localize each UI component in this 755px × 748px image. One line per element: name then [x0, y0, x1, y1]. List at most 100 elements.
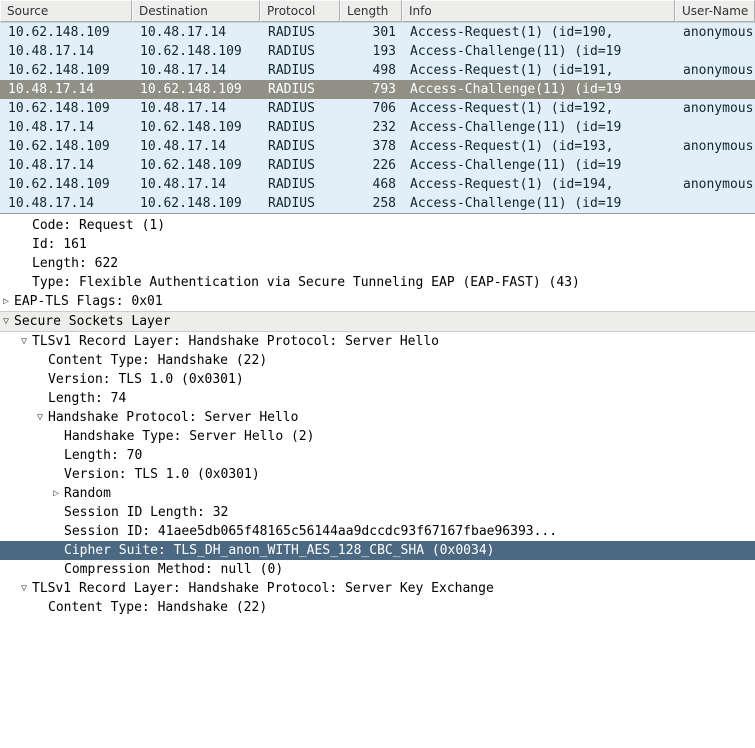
detail-tree-item[interactable]: ▷Type: Flexible Authentication via Secur… [0, 273, 755, 292]
cell-source: 10.62.148.109 [0, 99, 132, 118]
column-header-destination[interactable]: Destination [132, 0, 260, 22]
detail-tree-item[interactable]: ▷Cipher Suite: TLS_DH_anon_WITH_AES_128_… [0, 541, 755, 560]
cell-username: anonymous [675, 23, 755, 42]
detail-text: Content Type: Handshake (22) [48, 353, 267, 368]
expand-open-icon[interactable]: ▽ [34, 412, 46, 423]
detail-text: Secure Sockets Layer [14, 314, 171, 329]
detail-text: Length: 74 [48, 391, 126, 406]
cell-protocol: RADIUS [260, 137, 340, 156]
cell-source: 10.62.148.109 [0, 23, 132, 42]
cell-protocol: RADIUS [260, 99, 340, 118]
detail-text: Handshake Type: Server Hello (2) [64, 429, 314, 444]
expand-open-icon[interactable]: ▽ [18, 336, 30, 347]
detail-tree-item[interactable]: ▷Compression Method: null (0) [0, 560, 755, 579]
cell-length: 706 [340, 99, 402, 118]
expand-open-icon[interactable]: ▽ [18, 583, 30, 594]
cell-destination: 10.62.148.109 [132, 80, 260, 99]
detail-tree-item[interactable]: ▷Code: Request (1) [0, 216, 755, 235]
detail-text: Version: TLS 1.0 (0x0301) [64, 467, 260, 482]
cell-username [675, 118, 755, 137]
cell-info: Access-Request(1) (id=193, [402, 137, 675, 156]
detail-tree-item[interactable]: ▷Length: 622 [0, 254, 755, 273]
detail-text: Code: Request (1) [32, 218, 165, 233]
packet-row[interactable]: 10.48.17.1410.62.148.109RADIUS193Access-… [0, 42, 755, 61]
detail-tree-item[interactable]: ▷Random [0, 484, 755, 503]
cell-username [675, 156, 755, 175]
detail-text: Length: 622 [32, 256, 118, 271]
cell-destination: 10.48.17.14 [132, 137, 260, 156]
cell-username: anonymous [675, 175, 755, 194]
cell-info: Access-Challenge(11) (id=19 [402, 80, 675, 99]
detail-tree-item[interactable]: ▷Length: 74 [0, 389, 755, 408]
detail-tree-item[interactable]: ▷Session ID Length: 32 [0, 503, 755, 522]
cell-destination: 10.48.17.14 [132, 175, 260, 194]
detail-text: Session ID Length: 32 [64, 505, 228, 520]
detail-tree-item[interactable]: ▷Session ID: 41aee5db065f48165c56144aa9d… [0, 522, 755, 541]
detail-tree-item[interactable]: ▽Handshake Protocol: Server Hello [0, 408, 755, 427]
cell-info: Access-Request(1) (id=192, [402, 99, 675, 118]
cell-source: 10.48.17.14 [0, 156, 132, 175]
column-header-protocol[interactable]: Protocol [260, 0, 340, 22]
detail-tree-item[interactable]: ▷Content Type: Handshake (22) [0, 598, 755, 617]
detail-tree-item[interactable]: ▷Length: 70 [0, 446, 755, 465]
cell-destination: 10.48.17.14 [132, 61, 260, 80]
detail-tree-item[interactable]: ▽TLSv1 Record Layer: Handshake Protocol:… [0, 579, 755, 598]
cell-source: 10.48.17.14 [0, 194, 132, 213]
detail-tree-item[interactable]: ▷Id: 161 [0, 235, 755, 254]
column-header-length[interactable]: Length [340, 0, 402, 22]
cell-destination: 10.48.17.14 [132, 99, 260, 118]
cell-length: 226 [340, 156, 402, 175]
detail-tree-item[interactable]: ▷Handshake Type: Server Hello (2) [0, 427, 755, 446]
cell-info: Access-Challenge(11) (id=19 [402, 42, 675, 61]
packet-row[interactable]: 10.48.17.1410.62.148.109RADIUS226Access-… [0, 156, 755, 175]
cell-protocol: RADIUS [260, 118, 340, 137]
packet-row[interactable]: 10.48.17.1410.62.148.109RADIUS793Access-… [0, 80, 755, 99]
detail-tree-item[interactable]: ▷EAP-TLS Flags: 0x01 [0, 292, 755, 311]
packet-rows-container: 10.62.148.10910.48.17.14RADIUS301Access-… [0, 23, 755, 213]
column-header-source[interactable]: Source [0, 0, 132, 22]
cell-protocol: RADIUS [260, 61, 340, 80]
cell-source: 10.62.148.109 [0, 61, 132, 80]
detail-text: TLSv1 Record Layer: Handshake Protocol: … [32, 581, 494, 596]
cell-source: 10.62.148.109 [0, 137, 132, 156]
packet-row[interactable]: 10.62.148.10910.48.17.14RADIUS378Access-… [0, 137, 755, 156]
cell-info: Access-Challenge(11) (id=19 [402, 194, 675, 213]
packet-row[interactable]: 10.62.148.10910.48.17.14RADIUS498Access-… [0, 61, 755, 80]
packet-row[interactable]: 10.48.17.1410.62.148.109RADIUS258Access-… [0, 194, 755, 213]
column-header-username[interactable]: User-Name [675, 0, 755, 22]
detail-tree-item[interactable]: ▷Content Type: Handshake (22) [0, 351, 755, 370]
packet-row[interactable]: 10.48.17.1410.62.148.109RADIUS232Access-… [0, 118, 755, 137]
cell-length: 193 [340, 42, 402, 61]
packet-list-header: Source Destination Protocol Length Info … [0, 0, 755, 23]
cell-protocol: RADIUS [260, 156, 340, 175]
expand-closed-icon[interactable]: ▷ [0, 296, 12, 307]
packet-row[interactable]: 10.62.148.10910.48.17.14RADIUS468Access-… [0, 175, 755, 194]
cell-protocol: RADIUS [260, 42, 340, 61]
cell-length: 793 [340, 80, 402, 99]
column-header-info[interactable]: Info [402, 0, 675, 22]
detail-tree-item[interactable]: ▽TLSv1 Record Layer: Handshake Protocol:… [0, 332, 755, 351]
cell-destination: 10.62.148.109 [132, 118, 260, 137]
cell-destination: 10.62.148.109 [132, 42, 260, 61]
detail-tree-item[interactable]: ▽Secure Sockets Layer [0, 311, 755, 332]
cell-info: Access-Request(1) (id=191, [402, 61, 675, 80]
cell-protocol: RADIUS [260, 80, 340, 99]
packet-details-pane: ▷Code: Request (1)▷Id: 161▷Length: 622▷T… [0, 214, 755, 619]
detail-tree-item[interactable]: ▷Version: TLS 1.0 (0x0301) [0, 465, 755, 484]
detail-text: EAP-TLS Flags: 0x01 [14, 294, 163, 309]
expand-open-icon[interactable]: ▽ [0, 316, 12, 327]
cell-info: Access-Request(1) (id=190, [402, 23, 675, 42]
detail-text: Content Type: Handshake (22) [48, 600, 267, 615]
detail-text: Session ID: 41aee5db065f48165c56144aa9dc… [64, 524, 557, 539]
packet-row[interactable]: 10.62.148.10910.48.17.14RADIUS706Access-… [0, 99, 755, 118]
detail-text: Cipher Suite: TLS_DH_anon_WITH_AES_128_C… [64, 543, 494, 558]
cell-source: 10.48.17.14 [0, 80, 132, 99]
expand-closed-icon[interactable]: ▷ [50, 488, 62, 499]
detail-tree-item[interactable]: ▷Version: TLS 1.0 (0x0301) [0, 370, 755, 389]
cell-info: Access-Challenge(11) (id=19 [402, 156, 675, 175]
cell-length: 301 [340, 23, 402, 42]
cell-info: Access-Challenge(11) (id=19 [402, 118, 675, 137]
packet-row[interactable]: 10.62.148.10910.48.17.14RADIUS301Access-… [0, 23, 755, 42]
detail-text: Id: 161 [32, 237, 87, 252]
cell-destination: 10.62.148.109 [132, 156, 260, 175]
